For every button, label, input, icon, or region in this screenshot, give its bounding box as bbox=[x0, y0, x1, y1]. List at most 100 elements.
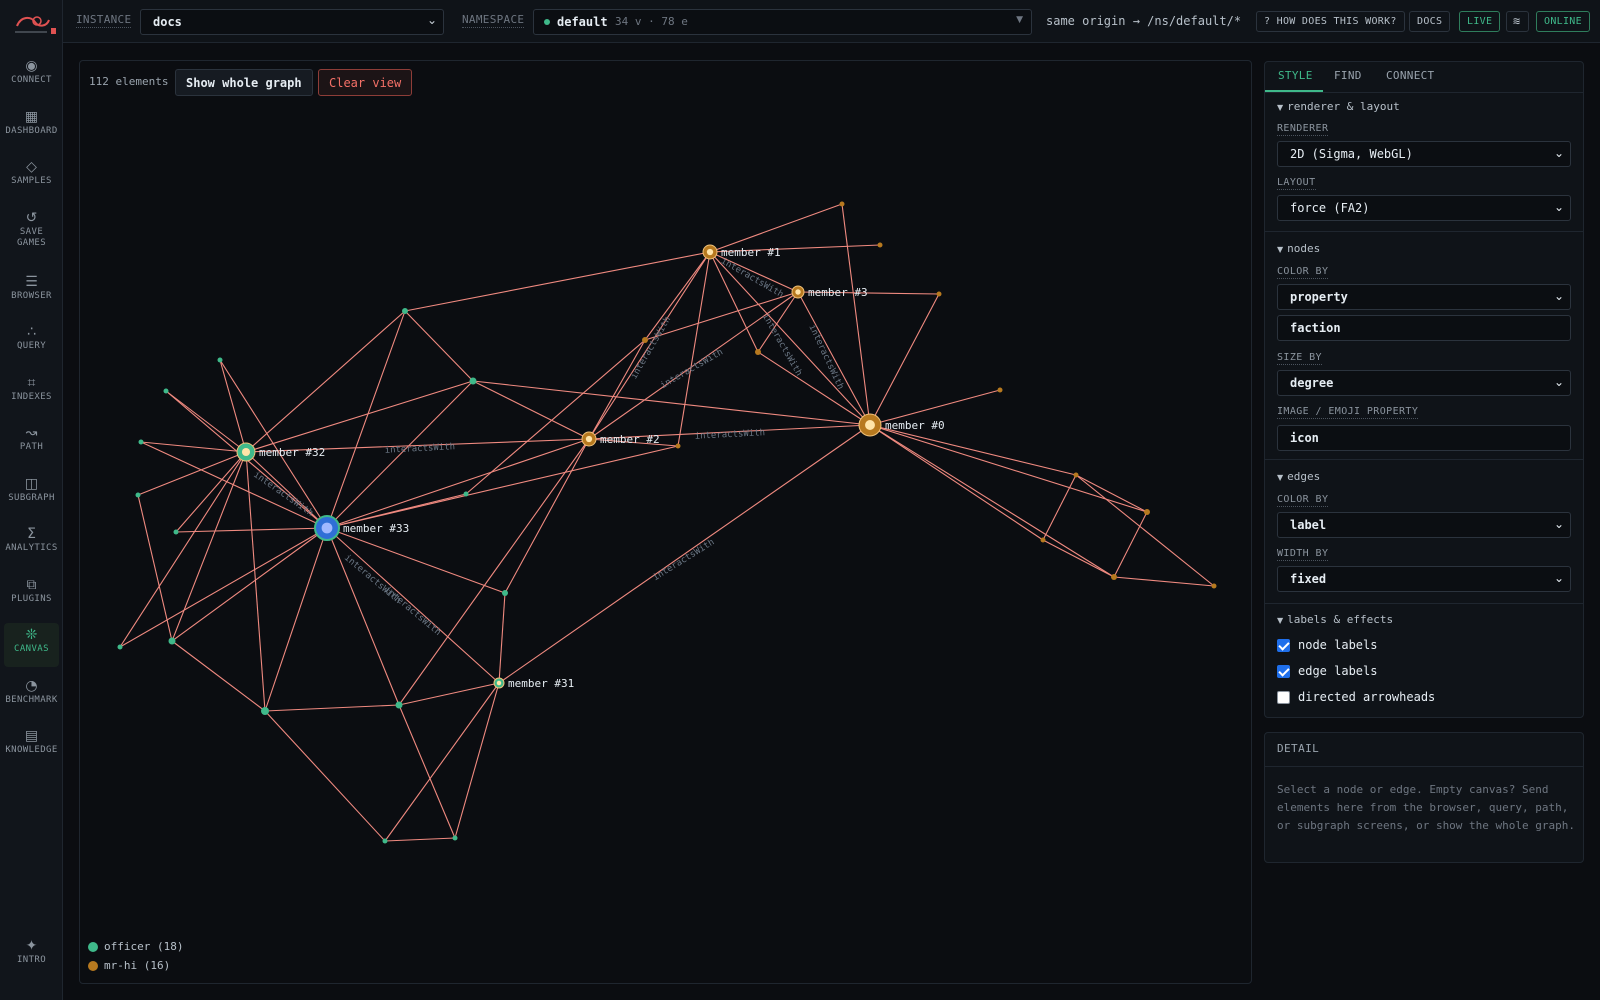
graph-node-c3[interactable] bbox=[1111, 574, 1117, 580]
graph-edge[interactable] bbox=[171, 640, 266, 712]
arrowheads-checkbox[interactable]: directed arrowheads bbox=[1277, 690, 1435, 704]
graph-node-g5[interactable] bbox=[217, 357, 223, 363]
graph-node-g14[interactable] bbox=[382, 838, 388, 844]
graph-edge[interactable] bbox=[841, 203, 871, 426]
tab-connect[interactable]: CONNECT bbox=[1386, 69, 1434, 82]
rail-item-analytics[interactable]: Σ ANALYTICS bbox=[4, 526, 59, 554]
show-whole-graph-button[interactable]: Show whole graph bbox=[175, 69, 313, 96]
tab-style[interactable]: STYLE bbox=[1278, 69, 1313, 82]
how-it-works-button[interactable]: ? HOW DOES THIS WORK? bbox=[1256, 11, 1405, 32]
graph-edge[interactable] bbox=[1113, 511, 1148, 578]
graph-edge[interactable] bbox=[1113, 576, 1215, 587]
graph-edge[interactable] bbox=[869, 424, 1115, 578]
graph-node-a4[interactable] bbox=[997, 387, 1003, 393]
size-by-select[interactable]: degree ⌄ bbox=[1277, 370, 1571, 396]
graph-edge[interactable] bbox=[398, 682, 500, 706]
graph-edge[interactable] bbox=[498, 592, 506, 684]
graph-edge[interactable] bbox=[326, 438, 590, 529]
graph-edge[interactable] bbox=[1075, 474, 1215, 587]
edges-section-toggle[interactable]: ▼ edges bbox=[1277, 470, 1320, 483]
graph-edge[interactable] bbox=[869, 424, 1044, 541]
graph-node-g11[interactable] bbox=[168, 637, 176, 645]
tab-find[interactable]: FIND bbox=[1334, 69, 1362, 82]
graph-node-g6[interactable] bbox=[163, 388, 169, 394]
graph-edge[interactable] bbox=[245, 380, 474, 453]
graph-node-g10[interactable] bbox=[117, 644, 123, 650]
graph-node-g7[interactable] bbox=[138, 439, 144, 445]
graph-node-c4[interactable] bbox=[1211, 583, 1217, 589]
graph-edge[interactable] bbox=[245, 310, 406, 453]
graph-node-g3[interactable] bbox=[463, 491, 469, 497]
graph-edge[interactable] bbox=[171, 451, 247, 642]
graph-edge[interactable] bbox=[119, 527, 328, 648]
graph-edge[interactable] bbox=[472, 380, 590, 440]
graph-edge[interactable] bbox=[398, 438, 590, 706]
layout-select[interactable]: force (FA2) ⌄ bbox=[1277, 195, 1571, 221]
graph-edge[interactable] bbox=[326, 445, 679, 529]
rail-item-canvas[interactable]: ❊ CANVAS bbox=[4, 623, 59, 667]
rail-item-indexes[interactable]: ⌗ INDEXES bbox=[4, 375, 59, 403]
graph-node-c1[interactable] bbox=[1073, 472, 1079, 478]
graph-edge[interactable] bbox=[1042, 539, 1115, 578]
checkbox-checked-icon[interactable] bbox=[1277, 664, 1290, 678]
graph-edge[interactable] bbox=[404, 310, 474, 382]
graph-canvas[interactable]: interactsWith interactsWith interactsWith i… bbox=[79, 60, 1252, 984]
edge-color-select[interactable]: label ⌄ bbox=[1277, 512, 1571, 538]
graph-node-g15[interactable] bbox=[452, 835, 458, 841]
graph-node-g12[interactable] bbox=[261, 707, 269, 715]
graph-edge[interactable] bbox=[326, 310, 406, 529]
image-property-input[interactable]: icon bbox=[1277, 425, 1571, 451]
graph-node-a1[interactable] bbox=[839, 201, 845, 207]
graph-edge[interactable] bbox=[137, 494, 173, 642]
rail-item-benchmark[interactable]: ◔ BENCHMARK bbox=[4, 678, 59, 706]
rail-item-connect[interactable]: ◉ CONNECT bbox=[4, 58, 59, 86]
graph-node-c5[interactable] bbox=[1040, 537, 1046, 543]
namespace-select[interactable]: default 34 v · 78 e ▼ bbox=[533, 9, 1032, 35]
graph-edge[interactable] bbox=[326, 527, 400, 706]
node-color-select[interactable]: property ⌄ bbox=[1277, 284, 1571, 310]
graph-edge[interactable] bbox=[384, 682, 500, 842]
graph-node-g2[interactable] bbox=[469, 377, 477, 385]
instance-select[interactable]: docs ⌄ bbox=[140, 9, 444, 35]
graph-edge[interactable] bbox=[404, 251, 711, 312]
rail-item-intro[interactable]: ✦ INTRO bbox=[4, 938, 59, 966]
wave-button[interactable]: ≋ bbox=[1506, 11, 1529, 32]
graph-view[interactable]: interactsWith interactsWith interactsWith i… bbox=[80, 61, 1252, 984]
graph-edge[interactable] bbox=[869, 424, 1077, 476]
graph-edge[interactable] bbox=[171, 527, 328, 642]
rail-item-query[interactable]: ∴ QUERY bbox=[4, 324, 59, 352]
graph-node-g9[interactable] bbox=[173, 529, 179, 535]
effects-section-toggle[interactable]: ▼ labels & effects bbox=[1277, 613, 1393, 626]
graph-edge[interactable] bbox=[454, 682, 500, 839]
docs-button[interactable]: DOCS bbox=[1409, 11, 1451, 32]
graph-edge[interactable] bbox=[165, 390, 247, 453]
graph-edge[interactable] bbox=[219, 359, 247, 453]
node-labels-checkbox[interactable]: node labels bbox=[1277, 638, 1377, 652]
graph-edge[interactable] bbox=[140, 441, 247, 453]
graph-edge[interactable] bbox=[245, 451, 266, 712]
graph-node-g8[interactable] bbox=[135, 492, 141, 498]
width-by-select[interactable]: fixed ⌄ bbox=[1277, 566, 1571, 592]
graph-node-c2[interactable] bbox=[1144, 509, 1150, 515]
graph-edge[interactable] bbox=[588, 339, 646, 440]
graph-node-g4[interactable] bbox=[502, 590, 508, 596]
rail-item-subgraph[interactable]: ◫ SUBGRAPH bbox=[4, 476, 59, 504]
graph-node-b1[interactable] bbox=[642, 337, 648, 343]
rail-item-browser[interactable]: ☰ BROWSER bbox=[4, 274, 59, 302]
rail-item-path[interactable]: ↝ PATH bbox=[4, 425, 59, 453]
graph-edge[interactable] bbox=[264, 704, 400, 712]
graph-edge[interactable] bbox=[709, 203, 843, 253]
rail-item-plugins[interactable]: ⧉ PLUGINS bbox=[4, 577, 59, 605]
graph-node-g1[interactable] bbox=[402, 308, 408, 314]
graph-edge[interactable] bbox=[644, 251, 711, 341]
graph-node-b3[interactable] bbox=[675, 443, 681, 449]
graph-edge[interactable] bbox=[175, 451, 247, 533]
graph-edge[interactable] bbox=[504, 438, 590, 594]
graph-node-a3[interactable] bbox=[936, 291, 942, 297]
graph-edge[interactable] bbox=[137, 451, 247, 496]
graph-edge[interactable] bbox=[465, 339, 646, 495]
graph-edge[interactable] bbox=[472, 380, 871, 426]
clear-view-button[interactable]: Clear view bbox=[318, 69, 413, 96]
nodes-section-toggle[interactable]: ▼ nodes bbox=[1277, 242, 1320, 255]
graph-edge[interactable] bbox=[709, 251, 871, 426]
